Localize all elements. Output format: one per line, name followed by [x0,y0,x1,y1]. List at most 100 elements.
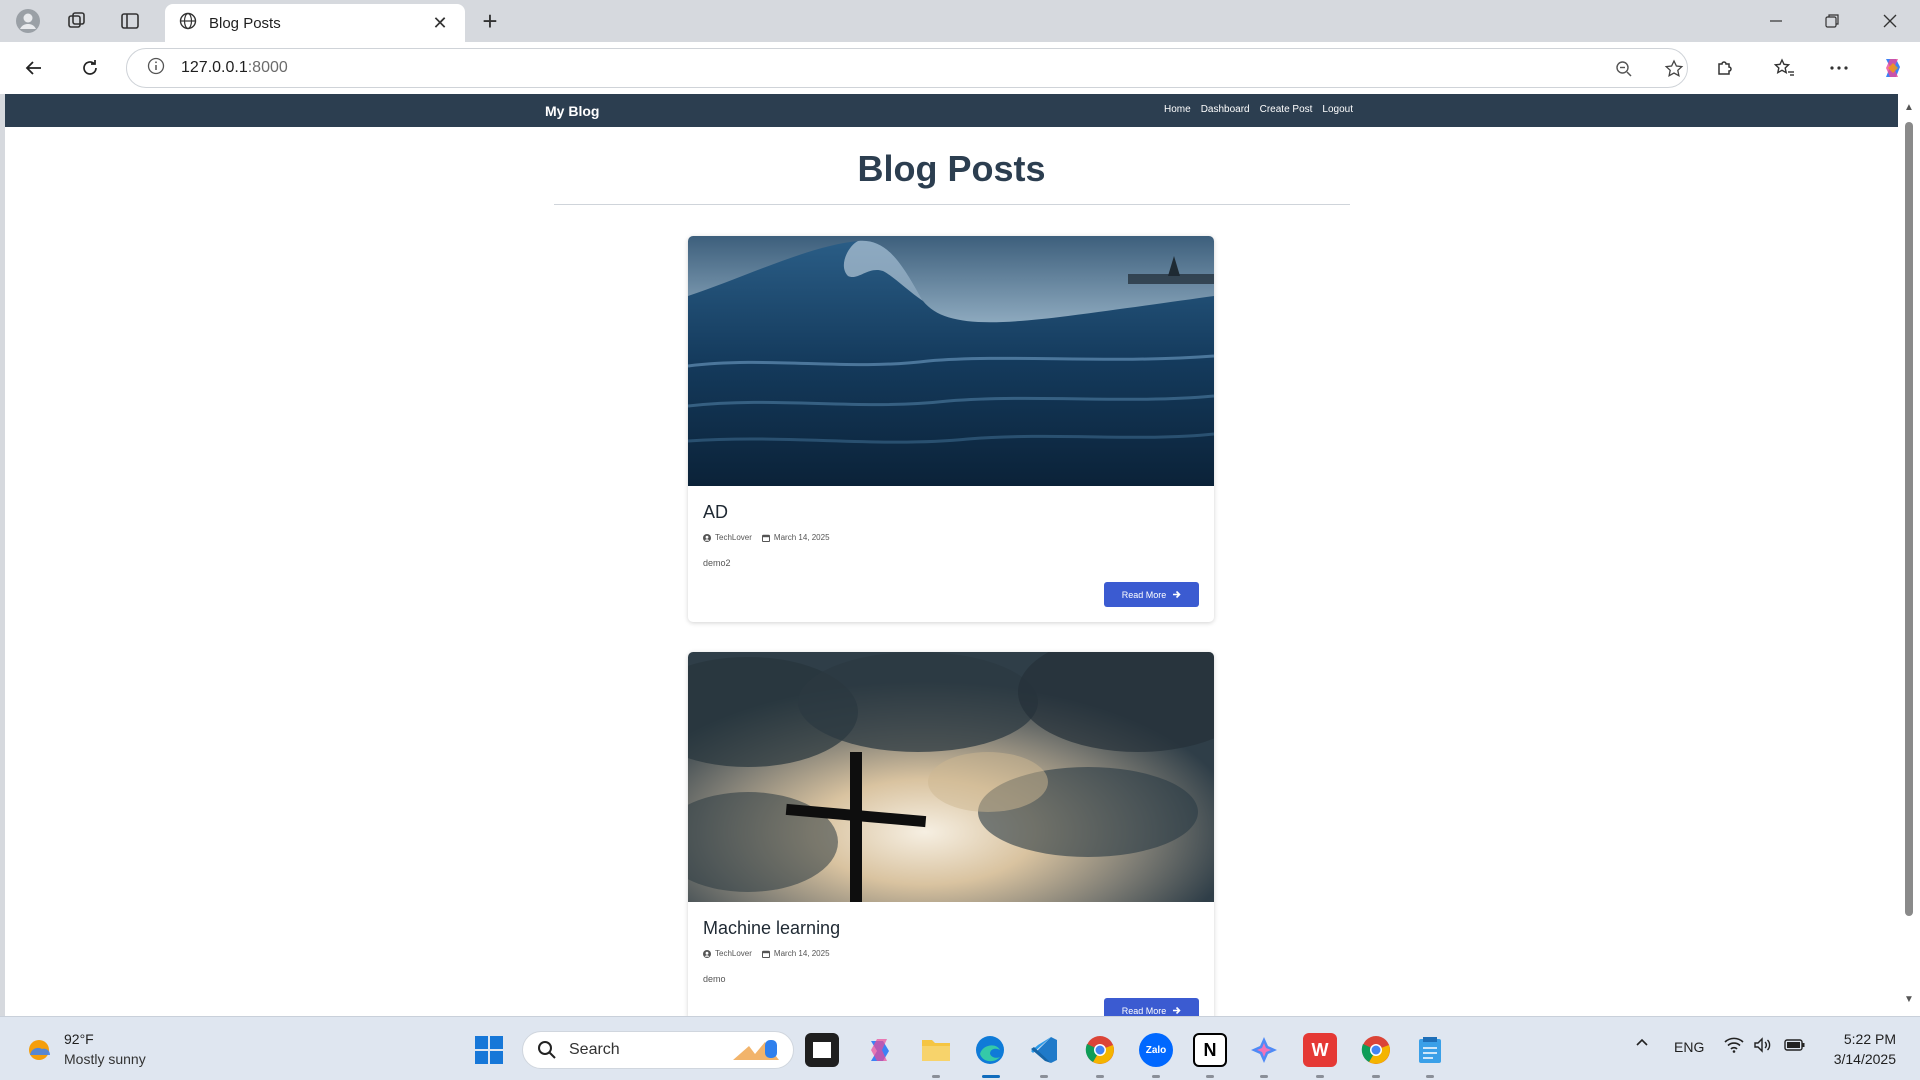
url-text: 127.0.0.1:8000 [181,59,288,77]
site-info-icon[interactable] [147,57,165,80]
post-author: TechLover [703,533,752,542]
page-scrollbar[interactable]: ▲ ▼ [1898,94,1920,1016]
clock-date[interactable]: 3/14/2025 [1820,1051,1896,1067]
read-more-label: Read More [1121,589,1167,600]
post-image-cross-clouds-sky[interactable] [688,652,1214,902]
running-indicator [1260,1075,1268,1078]
taskbar-app-chrome[interactable] [1083,1033,1117,1067]
favorite-star-icon[interactable] [1657,55,1691,83]
search-icon [538,1041,556,1059]
browser-toolbar: 127.0.0.1:8000 [0,42,1920,94]
post-excerpt: demo [703,974,726,984]
taskbar-app-terminal[interactable] [805,1033,839,1067]
favorites-icon[interactable] [1765,52,1803,84]
running-indicator [1206,1075,1214,1078]
running-indicator [1426,1075,1434,1078]
running-indicator [1316,1075,1324,1078]
volume-icon[interactable] [1753,1037,1773,1056]
running-indicator [1040,1075,1048,1078]
minimize-icon[interactable] [1748,0,1804,42]
scroll-up-arrow-icon[interactable]: ▲ [1903,102,1915,114]
date-text: March 14, 2025 [773,533,830,542]
running-indicator [932,1075,940,1078]
show-hidden-icons-chevron-icon[interactable] [1634,1035,1650,1054]
search-placeholder: Search [569,1041,620,1058]
tab-actions-icon[interactable] [110,6,150,36]
calendar-icon [761,534,770,542]
battery-icon[interactable] [1784,1037,1806,1056]
taskbar-app-file-explorer[interactable] [919,1033,953,1067]
close-tab-icon[interactable]: ✕ [429,13,451,34]
post-date: March 14, 2025 [761,533,830,542]
taskbar-app-copilot[interactable] [863,1033,897,1067]
read-more-button[interactable]: Read More [1104,582,1199,607]
weather-description[interactable]: Mostly sunny [64,1051,146,1067]
post-title[interactable]: Machine learning [703,918,1199,939]
active-app-indicator [982,1075,1000,1078]
active-tab[interactable]: Blog Posts ✕ [165,4,465,42]
url-host: 127.0.0.1 [181,59,248,76]
title-divider [554,204,1350,205]
read-more-label: Read More [1121,1005,1167,1016]
arrow-right-icon [1173,590,1181,599]
reload-icon[interactable] [72,52,108,84]
taskbar-app-chrome-profile[interactable] [1359,1033,1393,1067]
post-card: Machine learning TechLover March 14, 202… [688,652,1214,1016]
scroll-down-arrow-icon[interactable]: ▼ [1903,994,1915,1006]
close-window-icon[interactable] [1862,0,1918,42]
zoom-out-icon[interactable] [1607,55,1641,83]
workspaces-icon[interactable] [57,6,97,36]
user-icon [703,949,711,958]
author-name: TechLover [715,533,752,542]
weather-temperature[interactable]: 92°F [64,1031,94,1047]
nav-link-dashboard[interactable]: Dashboard [1201,104,1250,115]
post-meta: TechLover March 14, 2025 [703,533,1199,542]
extensions-icon[interactable] [1706,52,1744,84]
user-icon [703,533,711,542]
globe-icon [179,12,197,35]
url-port: :8000 [247,59,288,76]
start-windows-icon[interactable] [474,1035,504,1070]
taskbar-app-edge[interactable] [973,1033,1007,1067]
read-more-button[interactable]: Read More [1104,998,1199,1016]
post-image-ocean-wave[interactable] [688,236,1214,486]
taskbar-app-notepad[interactable] [1413,1033,1447,1067]
windows-taskbar: 92°F Mostly sunny Search Zalo N W ENG 5:… [0,1016,1920,1080]
post-meta: TechLover March 14, 2025 [703,949,1199,958]
browser-tab-bar: Blog Posts ✕ + [0,0,1920,42]
arrow-right-icon [1173,1006,1181,1015]
profile-icon[interactable] [8,6,48,36]
post-date: March 14, 2025 [761,949,830,958]
site-brand[interactable]: My Blog [545,103,599,119]
post-card: AD TechLover March 14, 2025 demo2 Read M… [688,236,1214,622]
language-indicator[interactable]: ENG [1674,1039,1704,1055]
nav-link-logout[interactable]: Logout [1322,104,1353,115]
scrollbar-thumb[interactable] [1905,122,1913,916]
page-viewport: My Blog Home Dashboard Create Post Logou… [5,94,1898,1016]
search-highlight-icon [729,1036,785,1069]
running-indicator [1372,1075,1380,1078]
more-options-icon[interactable] [1820,52,1858,84]
address-bar[interactable]: 127.0.0.1:8000 [126,48,1688,88]
nav-link-create-post[interactable]: Create Post [1260,104,1313,115]
running-indicator [1152,1075,1160,1078]
taskbar-app-gemini[interactable] [1247,1033,1281,1067]
post-author: TechLover [703,949,752,958]
wifi-icon[interactable] [1724,1037,1744,1056]
weather-sun-icon[interactable] [24,1035,54,1070]
taskbar-app-vscode[interactable] [1027,1033,1061,1067]
taskbar-app-notion[interactable]: N [1193,1033,1227,1067]
restore-icon[interactable] [1804,0,1860,42]
post-title[interactable]: AD [703,502,1199,523]
back-icon[interactable] [16,52,52,84]
running-indicator [1096,1075,1104,1078]
taskbar-app-wps[interactable]: W [1303,1033,1337,1067]
taskbar-app-zalo[interactable]: Zalo [1139,1033,1173,1067]
copilot-icon[interactable] [1874,52,1912,84]
post-card-body: AD TechLover March 14, 2025 demo2 Read M… [688,486,1214,607]
taskbar-search-box[interactable]: Search [522,1031,794,1069]
new-tab-button[interactable]: + [474,7,506,35]
clock-time[interactable]: 5:22 PM [1840,1031,1896,1047]
nav-link-home[interactable]: Home [1164,104,1191,115]
post-excerpt: demo2 [703,558,731,568]
